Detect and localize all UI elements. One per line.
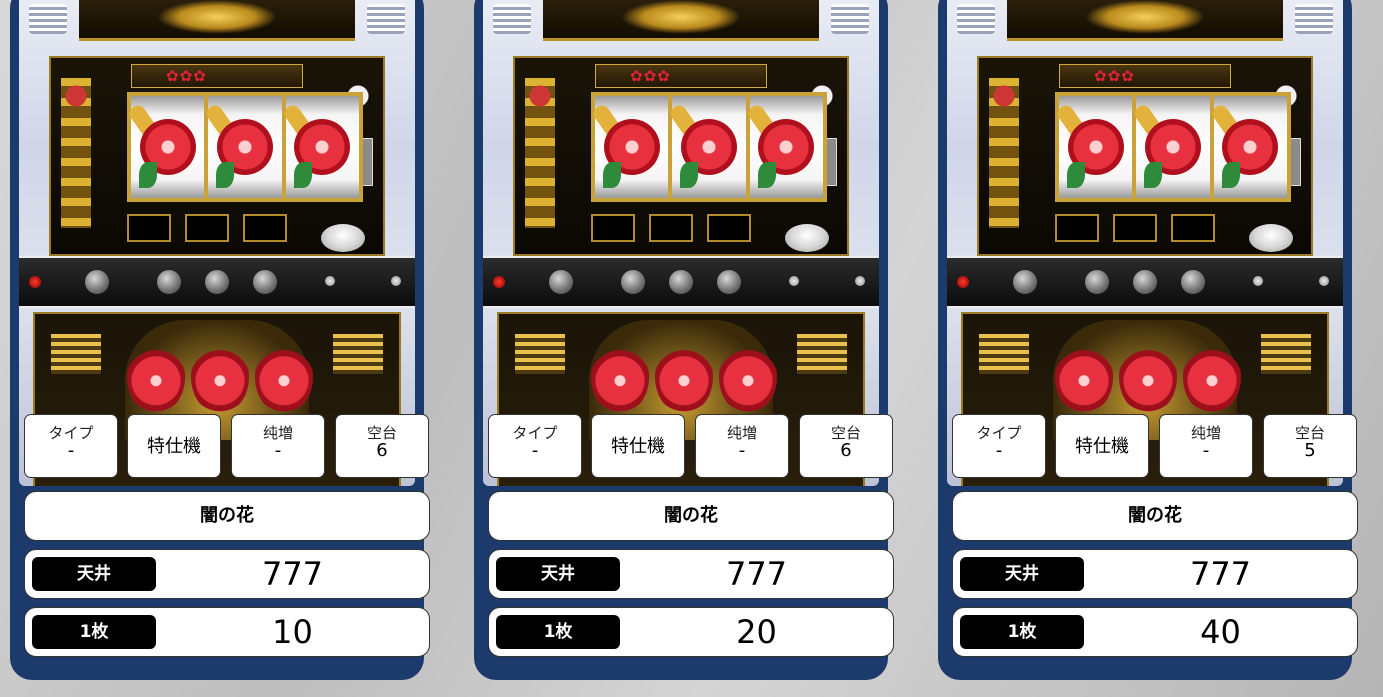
speaker-grille-icon: [831, 4, 869, 34]
stats-row: タイプ - 特仕機 纯増 - 空台 6: [488, 414, 894, 480]
coin-row: 1枚 40: [952, 607, 1358, 657]
stats-row: タイプ - 特仕機 纯増 - 空台 6: [24, 414, 430, 480]
stat-net-gain: 纯増 -: [1159, 414, 1253, 478]
ceiling-tag: 天井: [496, 557, 620, 591]
stat-value: -: [738, 440, 746, 461]
stat-net-gain: 纯増 -: [695, 414, 789, 478]
stat-value: -: [995, 440, 1003, 461]
ceiling-row: 天井 777: [488, 549, 894, 599]
hibiscus-icon: [749, 96, 823, 198]
machine-name[interactable]: 闇の花: [952, 491, 1358, 541]
hibiscus-icon: [1059, 96, 1133, 198]
stat-spec: 特仕機: [127, 414, 221, 478]
stat-value: 特仕機: [147, 436, 201, 457]
hibiscus-icon: [1213, 96, 1287, 198]
machine-topper: [543, 0, 819, 41]
hibiscus-icon: [672, 96, 746, 198]
speaker-grille-icon: [367, 4, 405, 34]
stat-value: -: [67, 440, 75, 461]
coin-row: 1枚 20: [488, 607, 894, 657]
stat-value: 特仕機: [611, 436, 665, 457]
stat-spec: 特仕機: [591, 414, 685, 478]
ceiling-tag: 天井: [960, 557, 1084, 591]
stat-type: タイプ -: [24, 414, 118, 478]
machine-topper: [1007, 0, 1283, 41]
hibiscus-icon: [208, 96, 282, 198]
bet-lamps-icon: [989, 78, 1019, 228]
stat-available: 空台 5: [1263, 414, 1357, 478]
speaker-grille-icon: [493, 4, 531, 34]
machine-card[interactable]: ✿✿✿: [474, 0, 894, 680]
machine-name[interactable]: 闇の花: [24, 491, 430, 541]
control-bar: [483, 256, 879, 308]
stat-value: -: [274, 440, 282, 461]
ceiling-value: 777: [261, 555, 324, 593]
lever-knob-icon: [1249, 224, 1293, 252]
stat-value: 6: [840, 440, 852, 461]
coin-tag: 1枚: [496, 615, 620, 649]
coin-value: 20: [736, 613, 777, 651]
stat-type: タイプ -: [952, 414, 1046, 478]
hibiscus-icon: [595, 96, 669, 198]
stat-label: タイプ: [512, 424, 558, 442]
stat-value: 特仕機: [1075, 436, 1129, 457]
speaker-grille-icon: [957, 4, 995, 34]
speaker-grille-icon: [1295, 4, 1333, 34]
ceiling-row: 天井 777: [24, 549, 430, 599]
stat-value: -: [1202, 440, 1210, 461]
stat-label: 空台: [1294, 424, 1325, 442]
stat-label: 空台: [366, 424, 397, 442]
control-bar: [947, 256, 1343, 308]
stat-label: 纯増: [726, 424, 757, 442]
coin-value: 10: [272, 613, 313, 651]
hibiscus-icon: [285, 96, 359, 198]
stat-label: タイプ: [976, 424, 1022, 442]
stat-label: 空台: [830, 424, 861, 442]
control-bar: [19, 256, 415, 308]
stats-row: タイプ - 特仕機 纯増 - 空台 5: [952, 414, 1358, 480]
machine-name[interactable]: 闇の花: [488, 491, 894, 541]
coin-value: 40: [1200, 613, 1241, 651]
machine-topper: [79, 0, 355, 41]
coin-tag: 1枚: [960, 615, 1084, 649]
coin-tag: 1枚: [32, 615, 156, 649]
stat-spec: 特仕機: [1055, 414, 1149, 478]
hibiscus-icon: [131, 96, 205, 198]
stat-label: タイプ: [48, 424, 94, 442]
stat-net-gain: 纯増 -: [231, 414, 325, 478]
ceiling-value: 777: [725, 555, 788, 593]
ceiling-value: 777: [1189, 555, 1252, 593]
machine-card[interactable]: ✿✿✿: [938, 0, 1358, 680]
speaker-grille-icon: [29, 4, 67, 34]
stat-value: 6: [376, 440, 388, 461]
stat-label: 纯増: [1190, 424, 1221, 442]
stat-value: -: [531, 440, 539, 461]
stat-value: 5: [1304, 440, 1316, 461]
coin-row: 1枚 10: [24, 607, 430, 657]
stat-label: 纯増: [262, 424, 293, 442]
ceiling-tag: 天井: [32, 557, 156, 591]
bet-lamps-icon: [61, 78, 91, 228]
stat-type: タイプ -: [488, 414, 582, 478]
stat-available: 空台 6: [335, 414, 429, 478]
stat-available: 空台 6: [799, 414, 893, 478]
hibiscus-icon: [1136, 96, 1210, 198]
machine-card[interactable]: ✿✿✿: [10, 0, 430, 680]
bet-lamps-icon: [525, 78, 555, 228]
lever-knob-icon: [785, 224, 829, 252]
lever-knob-icon: [321, 224, 365, 252]
ceiling-row: 天井 777: [952, 549, 1358, 599]
